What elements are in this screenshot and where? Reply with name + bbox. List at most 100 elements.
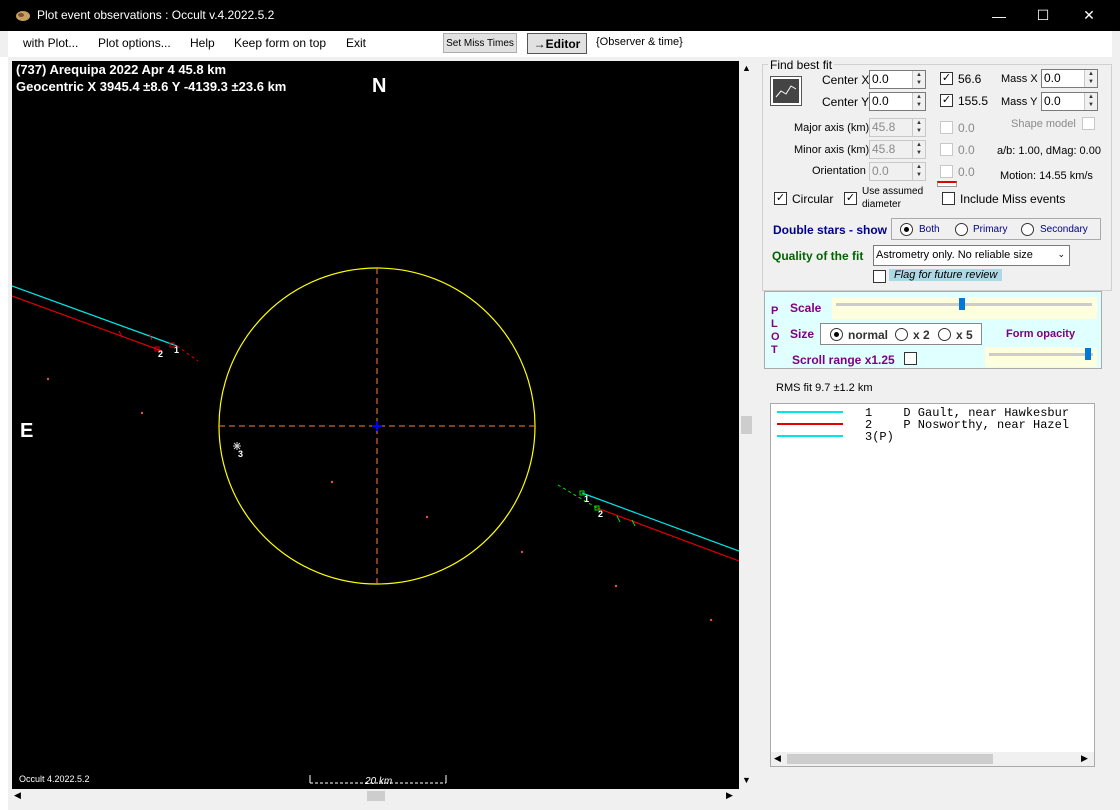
use-assumed-checkbox[interactable]: ✓ [844, 192, 857, 205]
center-x-input[interactable]: 0.0 ▲ ▼ [869, 70, 926, 89]
flag-review-checkbox[interactable] [873, 270, 886, 283]
minimize-button[interactable]: — [976, 0, 1022, 31]
east-label: E [20, 420, 34, 442]
chord-label: 2 [158, 349, 164, 359]
fit-a-value: 56.6 [958, 72, 982, 86]
opacity-slider[interactable] [985, 347, 1097, 367]
menu-plot-options[interactable]: Plot options... [98, 36, 171, 50]
double-stars-label: Double stars - show [773, 223, 888, 237]
spin-arrows-icon: ▲ ▼ [1084, 70, 1097, 87]
major-axis-input[interactable]: 45.8 ▲ ▼ [869, 118, 926, 137]
quality-label: Quality of the fit [772, 249, 864, 263]
chord-label: 2 [598, 509, 604, 519]
plot-canvas[interactable]: (737) Arequipa 2022 Apr 4 45.8 km Geocen… [12, 61, 739, 789]
scroll-left-icon[interactable]: ◀ [14, 790, 21, 801]
observer-legend[interactable]: 1 D Gault, near Hawkesbur 2 P Nosworthy,… [770, 403, 1095, 767]
scroll-right-icon[interactable]: ▶ [726, 790, 733, 801]
legend-scrollbar[interactable]: ◀ ▶ [771, 752, 1094, 766]
radio-secondary-label: Secondary [1040, 224, 1088, 235]
menu-with-plot[interactable]: with Plot... [23, 36, 78, 50]
menu-keep-on-top[interactable]: Keep form on top [234, 36, 326, 50]
radio-size-x2[interactable] [895, 328, 908, 341]
scale-slider-thumb[interactable] [959, 298, 965, 310]
spin-arrows-icon: ▲ ▼ [912, 141, 925, 158]
best-fit-button[interactable] [770, 76, 802, 106]
background-window-strip [0, 57, 8, 810]
set-miss-times-button[interactable]: Set Miss Times [443, 33, 517, 53]
plot-vertical-label: T [771, 344, 778, 356]
scroll-up-icon[interactable]: ▲ [742, 63, 751, 73]
plot-vertical-scrollbar[interactable]: ▲ ▼ [739, 61, 754, 789]
chord-2-left [12, 295, 163, 352]
scroll-right-icon[interactable]: ▶ [1081, 753, 1088, 764]
scale-bar-label: 20 km [365, 776, 393, 787]
form-opacity-label: Form opacity [1006, 328, 1076, 340]
orientation-label: Orientation [812, 165, 866, 177]
maximize-button[interactable]: ☐ [1020, 0, 1066, 31]
spin-arrows-icon: ▲ ▼ [1084, 93, 1097, 110]
find-best-fit-label: Find best fit [768, 58, 835, 72]
chord-label: 1 [584, 494, 590, 504]
path-dots [46, 377, 713, 622]
scroll-down-icon[interactable]: ▼ [742, 775, 751, 785]
rms-fit-label: RMS fit 9.7 ±1.2 km [776, 382, 873, 394]
window-title: Plot event observations : Occult v.4.202… [37, 8, 275, 22]
scroll-left-icon[interactable]: ◀ [774, 753, 781, 764]
quality-dropdown[interactable]: Astrometry only. No reliable size ⌄ [873, 245, 1070, 266]
diameter-label: diameter [862, 199, 901, 210]
radio-size-normal[interactable] [830, 328, 843, 341]
version-label: Occult 4.2022.5.2 [19, 774, 90, 784]
size-label: Size [790, 327, 815, 341]
menu-help[interactable]: Help [190, 36, 215, 50]
major-axis-chk-value: 0.0 [958, 121, 975, 135]
orientation-checkbox[interactable] [940, 165, 953, 178]
chord-1-left [12, 285, 178, 347]
vertical-scroll-thumb[interactable] [741, 416, 752, 434]
legend-scroll-thumb[interactable] [787, 754, 993, 764]
minor-axis-chk-value: 0.0 [958, 143, 975, 157]
legend-text: P Nosworthy, near Hazel [889, 418, 1070, 432]
radio-primary[interactable] [955, 223, 968, 236]
minor-axis-input[interactable]: 45.8 ▲ ▼ [869, 140, 926, 159]
use-assumed-label: Use assumed [862, 186, 924, 197]
north-label: N [372, 75, 387, 97]
radio-secondary[interactable] [1021, 223, 1034, 236]
flag-review-label: Flag for future review [889, 269, 1003, 281]
spin-arrows-icon: ▲ ▼ [912, 163, 925, 180]
radio-both-label: Both [919, 224, 940, 235]
mass-y-input[interactable]: 0.0 ▲ ▼ [1041, 92, 1098, 111]
close-button[interactable]: ✕ [1066, 0, 1112, 31]
major-axis-label: Major axis (km) [794, 122, 870, 134]
scale-slider[interactable] [832, 297, 1097, 319]
minor-axis-checkbox[interactable] [940, 143, 953, 156]
shape-model-checkbox[interactable] [1082, 117, 1095, 130]
mass-x-input[interactable]: 0.0 ▲ ▼ [1041, 69, 1098, 88]
include-miss-checkbox[interactable] [942, 192, 955, 205]
plot-horizontal-scrollbar[interactable]: ◀ ▶ [12, 789, 739, 803]
center-y-input[interactable]: 0.0 ▲ ▼ [869, 92, 926, 111]
fit-b-checkbox[interactable]: ✓ [940, 94, 953, 107]
legend-num: 3(P) [865, 430, 894, 444]
chevron-down-icon: ⌄ [1057, 249, 1065, 259]
plot-title-line1: (737) Arequipa 2022 Apr 4 45.8 km [16, 62, 227, 77]
editor-button[interactable]: →Editor [527, 33, 587, 54]
orientation-input[interactable]: 0.0 ▲ ▼ [869, 162, 926, 181]
spin-arrows-icon: ▲ ▼ [912, 71, 925, 88]
orientation-chk-value: 0.0 [958, 165, 975, 179]
plot-vertical-label: P [771, 305, 779, 317]
menu-exit[interactable]: Exit [346, 36, 366, 50]
legend-line-1 [777, 411, 843, 413]
circular-checkbox[interactable]: ✓ [774, 192, 787, 205]
app-icon [16, 11, 30, 21]
horizontal-scroll-thumb[interactable] [367, 791, 385, 801]
scroll-range-checkbox[interactable] [904, 352, 917, 365]
plot-vertical-label: O [771, 331, 780, 343]
radio-both[interactable] [900, 223, 913, 236]
radio-size-x5[interactable] [938, 328, 951, 341]
fit-a-checkbox[interactable]: ✓ [940, 72, 953, 85]
opacity-slider-thumb[interactable] [1085, 348, 1091, 360]
size-x2-label: x 2 [913, 328, 930, 342]
ab-dmag-label: a/b: 1.00, dMag: 0.00 [997, 145, 1101, 157]
major-axis-checkbox[interactable] [940, 121, 953, 134]
chord-label: 1 [174, 345, 180, 355]
